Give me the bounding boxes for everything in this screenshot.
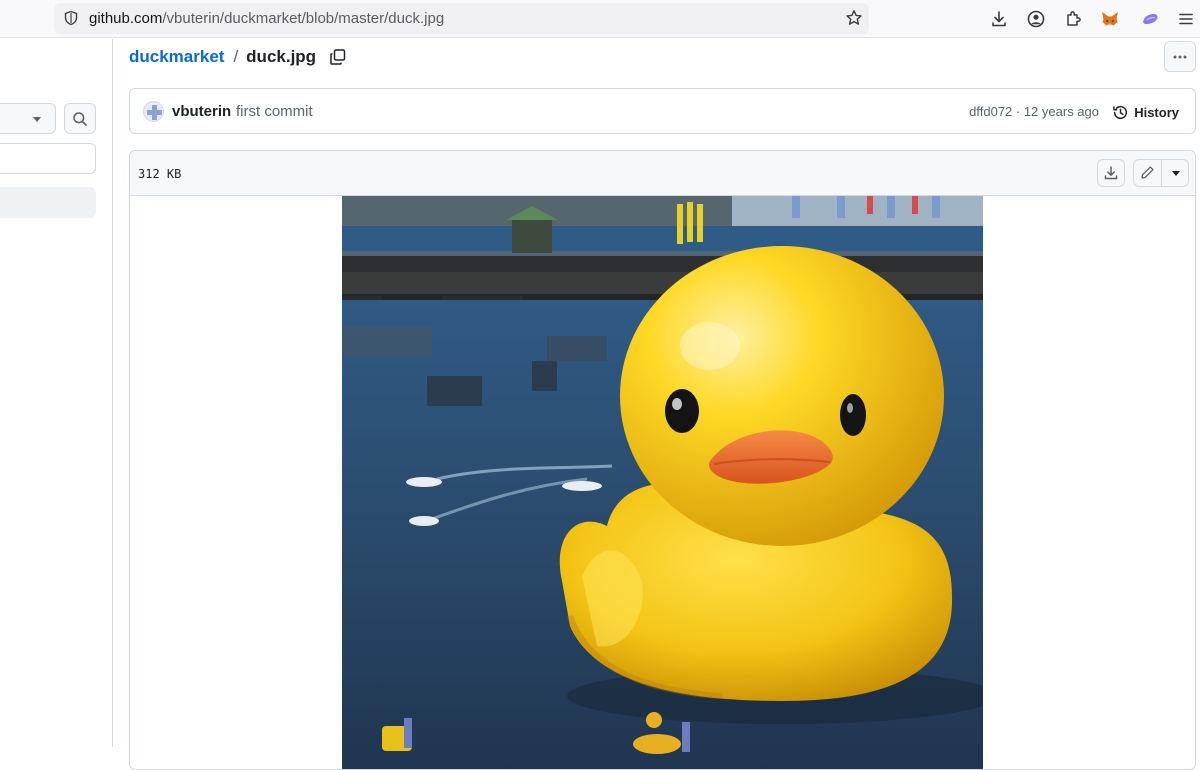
downloads-icon[interactable] [989,9,1009,29]
edit-button-group [1133,159,1189,187]
identicon-icon [147,105,162,120]
branch-selector[interactable] [0,103,56,134]
file-viewer: 312 KB [129,150,1196,770]
pencil-icon [1141,166,1154,179]
file-size: 312 KB [138,167,182,181]
url-bar[interactable]: github.com/vbuterin/duckmarket/blob/mast… [54,3,869,34]
download-raw-button[interactable] [1097,159,1125,187]
account-icon[interactable] [1026,9,1046,29]
breadcrumb-file-name: duck.jpg [246,47,317,66]
shield-icon[interactable] [63,10,79,26]
edit-options-dropdown[interactable] [1162,160,1188,186]
more-options-button[interactable] [1164,41,1196,72]
duck-image [342,196,983,769]
download-icon [1104,166,1118,180]
history-icon [1113,105,1128,119]
metamask-fox-icon[interactable] [1100,9,1120,29]
browser-toolbar: github.com/vbuterin/duckmarket/blob/mast… [0,0,1200,38]
menu-icon[interactable] [1176,9,1196,29]
tree-item-active[interactable] [0,187,96,218]
history-label: History [1134,104,1179,120]
caret-down-icon [1172,171,1180,176]
kebab-horizontal-icon [1173,55,1187,59]
edit-file-button[interactable] [1134,160,1162,186]
history-button[interactable]: History [1112,102,1179,122]
avatar[interactable] [143,101,164,122]
latest-commit-bar: vbuterin first commit dffd072 · 12 years… [129,88,1196,134]
search-button[interactable] [64,103,96,134]
breadcrumb-repo-link[interactable]: duckmarket [129,47,224,67]
commit-sha-and-age[interactable]: dffd072 · 12 years ago [969,104,1099,119]
file-tree-sidebar [0,39,113,747]
extensions-icon[interactable] [1063,9,1083,29]
commit-author[interactable]: vbuterin [172,103,231,120]
go-to-file-input[interactable] [0,143,96,174]
search-icon [73,112,87,126]
caret-down-icon [33,117,41,122]
commit-message[interactable]: first commit [236,103,313,120]
breadcrumb-separator: / [233,47,239,66]
breadcrumb: duckmarket / duck.jpg [129,45,347,69]
bookmark-star-icon[interactable] [845,9,863,27]
url-path: /vbuterin/duckmarket/blob/master/duck.jp… [162,10,445,27]
url-host: github.com [89,10,163,27]
file-header: 312 KB [130,151,1195,196]
extension-icon[interactable] [1140,9,1160,29]
url-text: github.com/vbuterin/duckmarket/blob/mast… [89,10,444,27]
copy-path-icon[interactable] [329,48,347,66]
